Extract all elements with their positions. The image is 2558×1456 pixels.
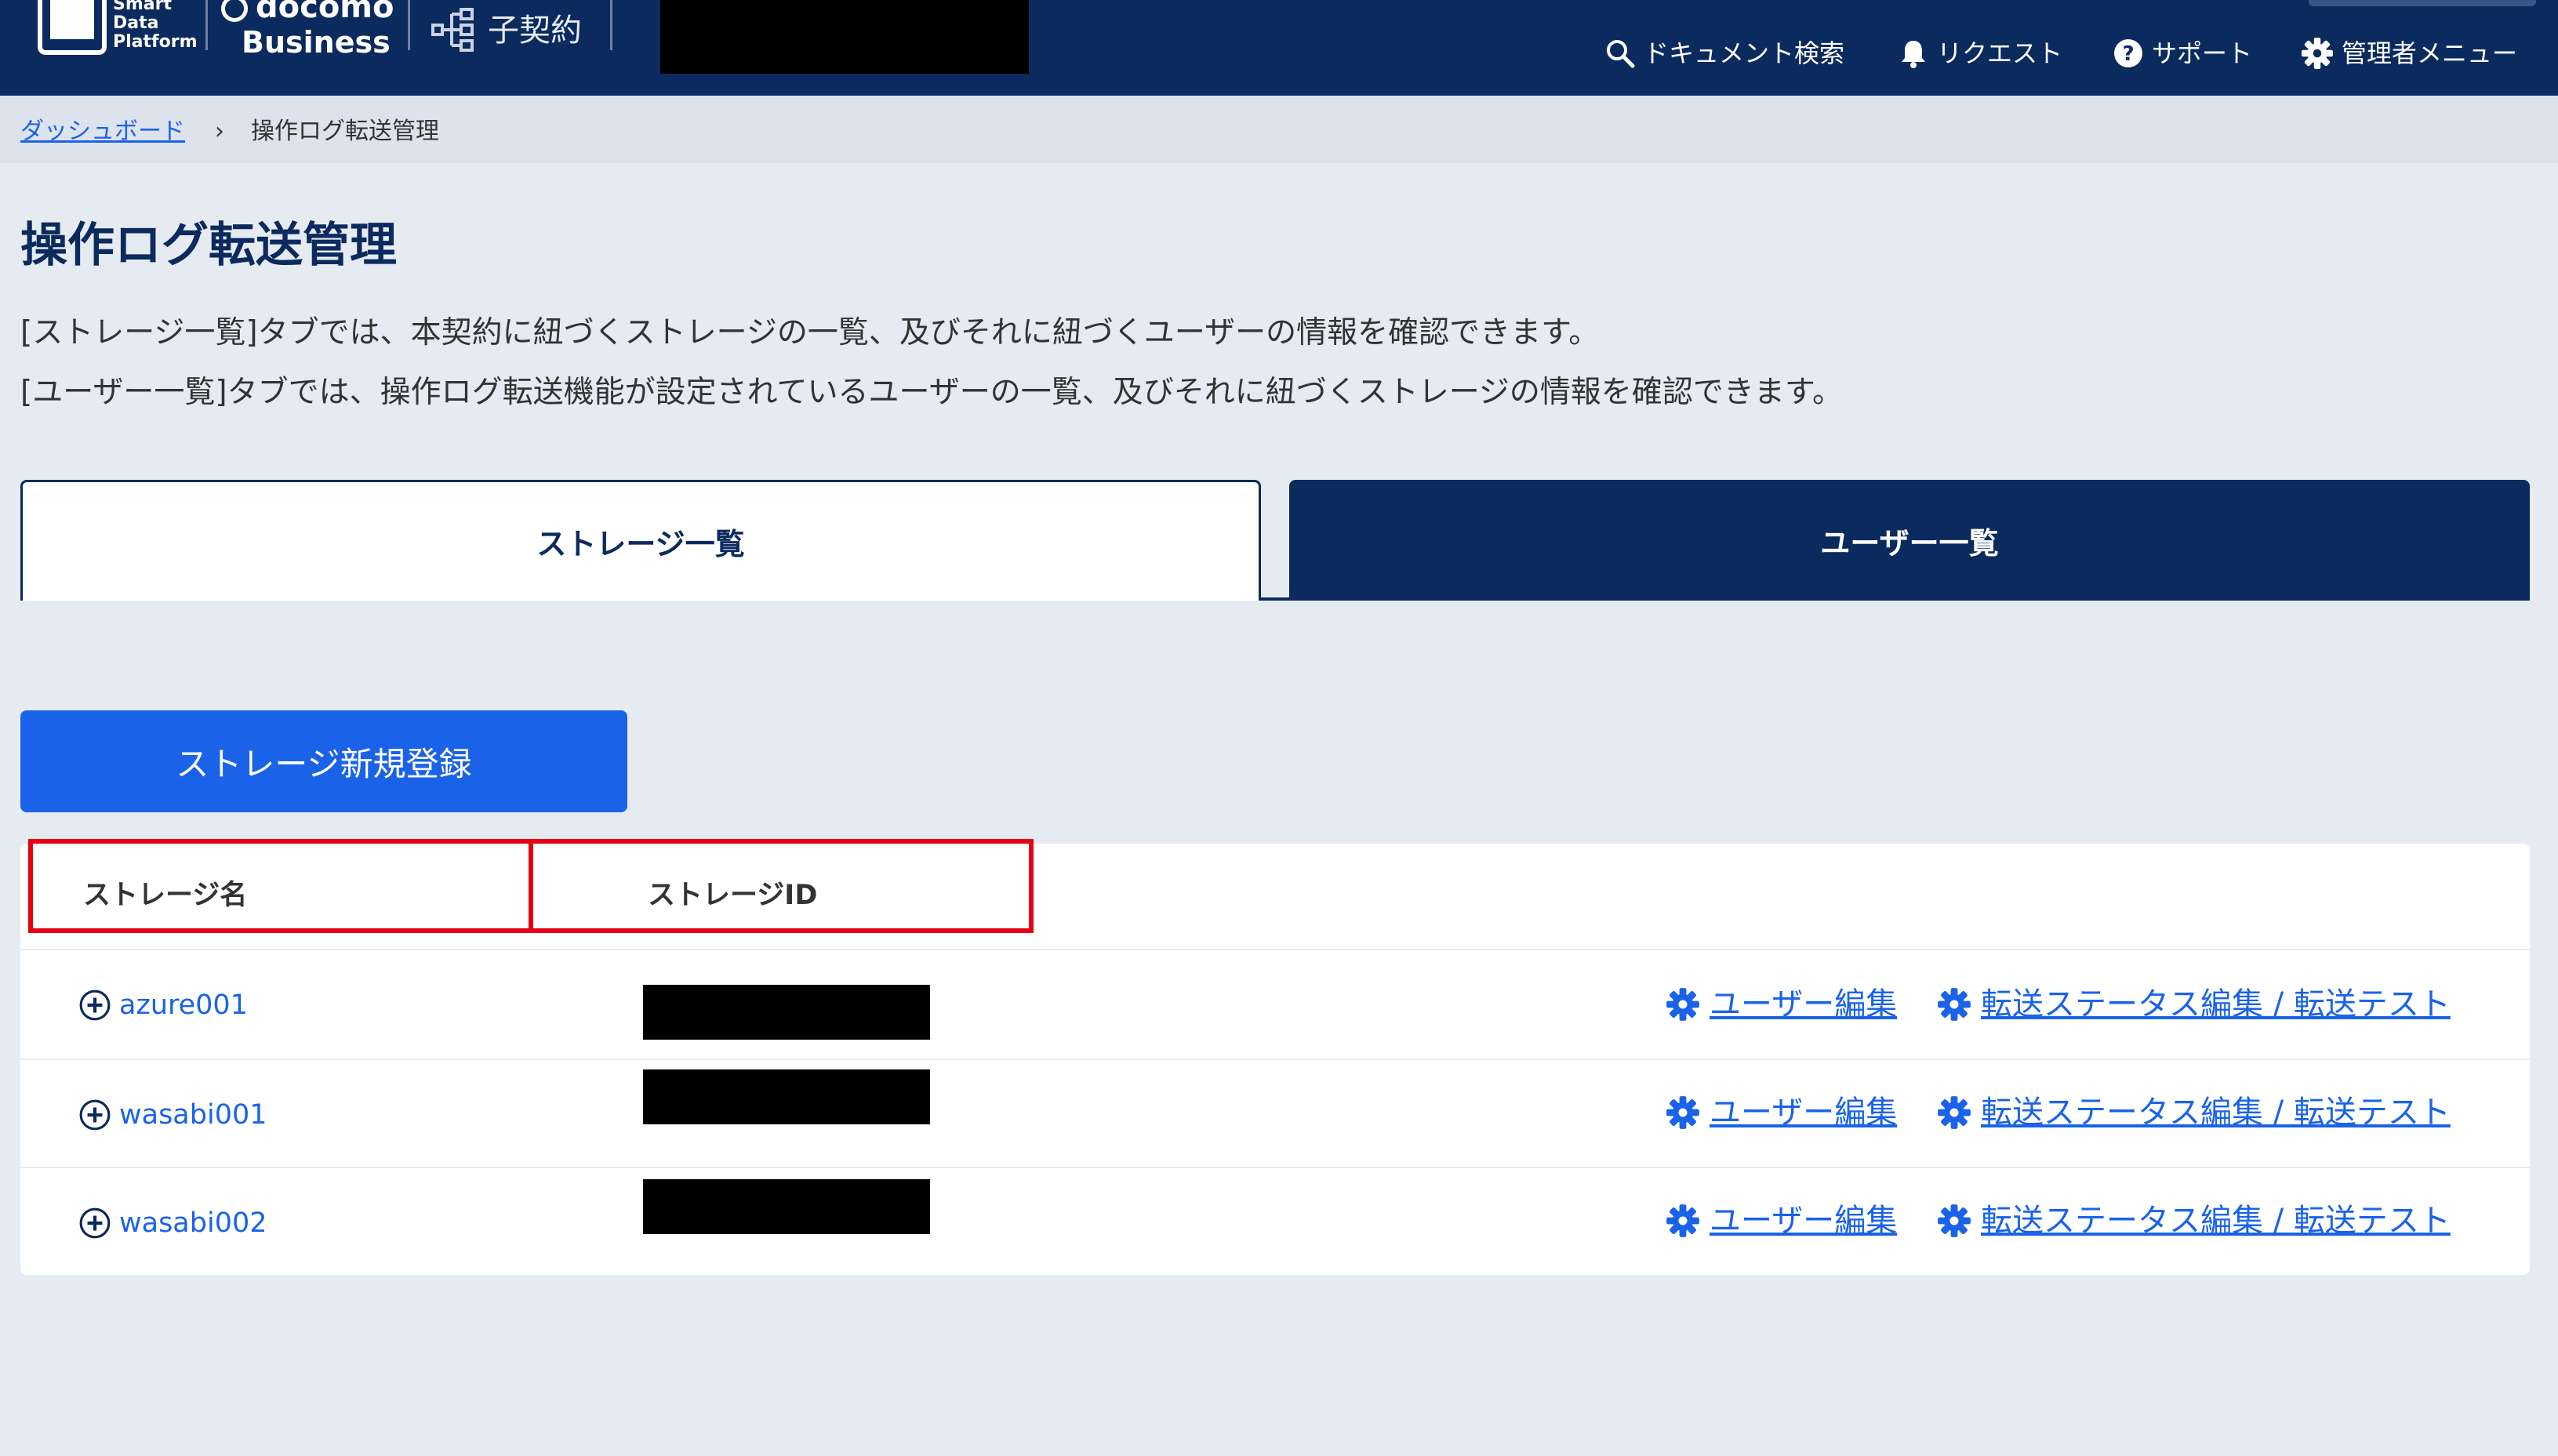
nav-admin-menu-label: 管理者メニュー bbox=[2342, 38, 2518, 68]
expand-plus-icon bbox=[79, 989, 111, 1021]
edit-users-label: ユーザー編集 bbox=[1710, 1203, 1898, 1239]
edit-users-link[interactable]: ユーザー編集 bbox=[1666, 985, 1897, 1024]
header-divider bbox=[408, 0, 410, 50]
table-row-name[interactable]: azure001 bbox=[78, 988, 248, 1022]
nav-doc-search-label: ドキュメント検索 bbox=[1644, 38, 1845, 68]
search-icon bbox=[1607, 40, 1635, 68]
edit-transfer-label: 転送ステータス編集 / 転送テスト bbox=[1981, 986, 2451, 1022]
edit-users-label: ユーザー編集 bbox=[1710, 1095, 1898, 1131]
expand-plus-icon bbox=[79, 1099, 111, 1131]
redacted-storage-id bbox=[643, 1069, 930, 1124]
breadcrumb-current: 操作ログ転送管理 bbox=[251, 118, 439, 145]
edit-transfer-link[interactable]: 転送ステータス編集 / 転送テスト bbox=[1937, 1093, 2451, 1132]
brand-business: Business bbox=[242, 25, 391, 60]
table-row-name[interactable]: wasabi001 bbox=[78, 1098, 267, 1132]
contract-label[interactable]: 子契約 bbox=[488, 13, 582, 49]
row-divider bbox=[20, 1167, 2530, 1168]
expand-plus-icon bbox=[79, 1207, 111, 1239]
header-divider bbox=[205, 0, 208, 50]
storage-name: azure001 bbox=[119, 989, 248, 1021]
description-storage-tab: [ストレージ一覧]タブでは、本契約に紐づくストレージの一覧、及びそれに紐づくユー… bbox=[20, 315, 1600, 350]
nav-doc-search[interactable]: ドキュメント検索 bbox=[1604, 31, 1844, 75]
row-divider bbox=[20, 949, 2530, 950]
docomo-logo-icon bbox=[221, 0, 248, 22]
edit-transfer-label: 転送ステータス編集 / 転送テスト bbox=[1981, 1095, 2451, 1131]
storage-name: wasabi002 bbox=[119, 1207, 267, 1239]
redacted-storage-id bbox=[643, 1179, 930, 1234]
column-header-storage-id: ストレージID bbox=[648, 880, 818, 911]
gear-icon bbox=[1666, 988, 1699, 1021]
nav-support-label: サポート bbox=[2152, 38, 2253, 68]
tab-underline bbox=[1261, 597, 2530, 601]
row-divider bbox=[20, 1058, 2530, 1060]
breadcrumb-dashboard-link[interactable]: ダッシュボード bbox=[20, 116, 185, 147]
edit-users-label: ユーザー編集 bbox=[1710, 986, 1898, 1022]
nav-admin-menu[interactable]: 管理者メニュー bbox=[2301, 31, 2517, 75]
sdp-logo-text: Smart Data Platform bbox=[113, 0, 198, 52]
nav-support[interactable]: ? サポート bbox=[2113, 31, 2252, 75]
edit-transfer-label: 転送ステータス編集 / 転送テスト bbox=[1981, 1203, 2451, 1239]
tab-user-list[interactable]: ユーザー一覧 bbox=[1289, 480, 2530, 601]
logo-line-1: Smart bbox=[113, 0, 172, 14]
breadcrumb-separator: › bbox=[215, 118, 224, 145]
brand-docomo: docomo bbox=[256, 0, 394, 25]
page-title: 操作ログ転送管理 bbox=[20, 218, 397, 273]
sdp-logo-icon[interactable] bbox=[38, 0, 107, 55]
nav-request-label: リクエスト bbox=[1937, 38, 2063, 68]
edit-users-link[interactable]: ユーザー編集 bbox=[1666, 1201, 1897, 1240]
svg-text:?: ? bbox=[2122, 42, 2134, 66]
top-header: Smart Data Platform docomo Business 子契約 … bbox=[0, 0, 2558, 96]
column-header-storage-name: ストレージ名 bbox=[83, 880, 248, 911]
logo-line-3: Platform bbox=[113, 32, 198, 52]
gear-icon bbox=[1938, 1096, 1971, 1129]
gear-icon bbox=[1666, 1096, 1699, 1129]
redacted-storage-id bbox=[643, 985, 930, 1040]
description-user-tab: [ユーザー一覧]タブでは、操作ログ転送機能が設定されているユーザーの一覧、及びそ… bbox=[20, 375, 1844, 410]
header-divider bbox=[610, 0, 612, 50]
edit-transfer-link[interactable]: 転送ステータス編集 / 転送テスト bbox=[1937, 1201, 2451, 1240]
table-row-name[interactable]: wasabi002 bbox=[78, 1206, 267, 1240]
gear-icon bbox=[1938, 988, 1971, 1021]
storage-name: wasabi001 bbox=[119, 1099, 267, 1131]
logo-line-2: Data bbox=[113, 13, 159, 33]
header-top-button[interactable] bbox=[2309, 0, 2536, 6]
edit-transfer-link[interactable]: 転送ステータス編集 / 転送テスト bbox=[1937, 985, 2451, 1024]
nav-request[interactable]: リクエスト bbox=[1898, 31, 2062, 75]
hierarchy-icon bbox=[431, 8, 474, 52]
help-icon: ? bbox=[2114, 39, 2142, 67]
bell-icon bbox=[1902, 41, 1925, 68]
gear-icon bbox=[2302, 38, 2333, 69]
gear-icon bbox=[1666, 1204, 1699, 1237]
register-storage-button[interactable]: ストレージ新規登録 bbox=[20, 710, 627, 812]
redacted-contract-name bbox=[660, 0, 1029, 74]
gear-icon bbox=[1938, 1204, 1971, 1237]
edit-users-link[interactable]: ユーザー編集 bbox=[1666, 1093, 1897, 1132]
tab-storage-list[interactable]: ストレージ一覧 bbox=[20, 480, 1261, 601]
